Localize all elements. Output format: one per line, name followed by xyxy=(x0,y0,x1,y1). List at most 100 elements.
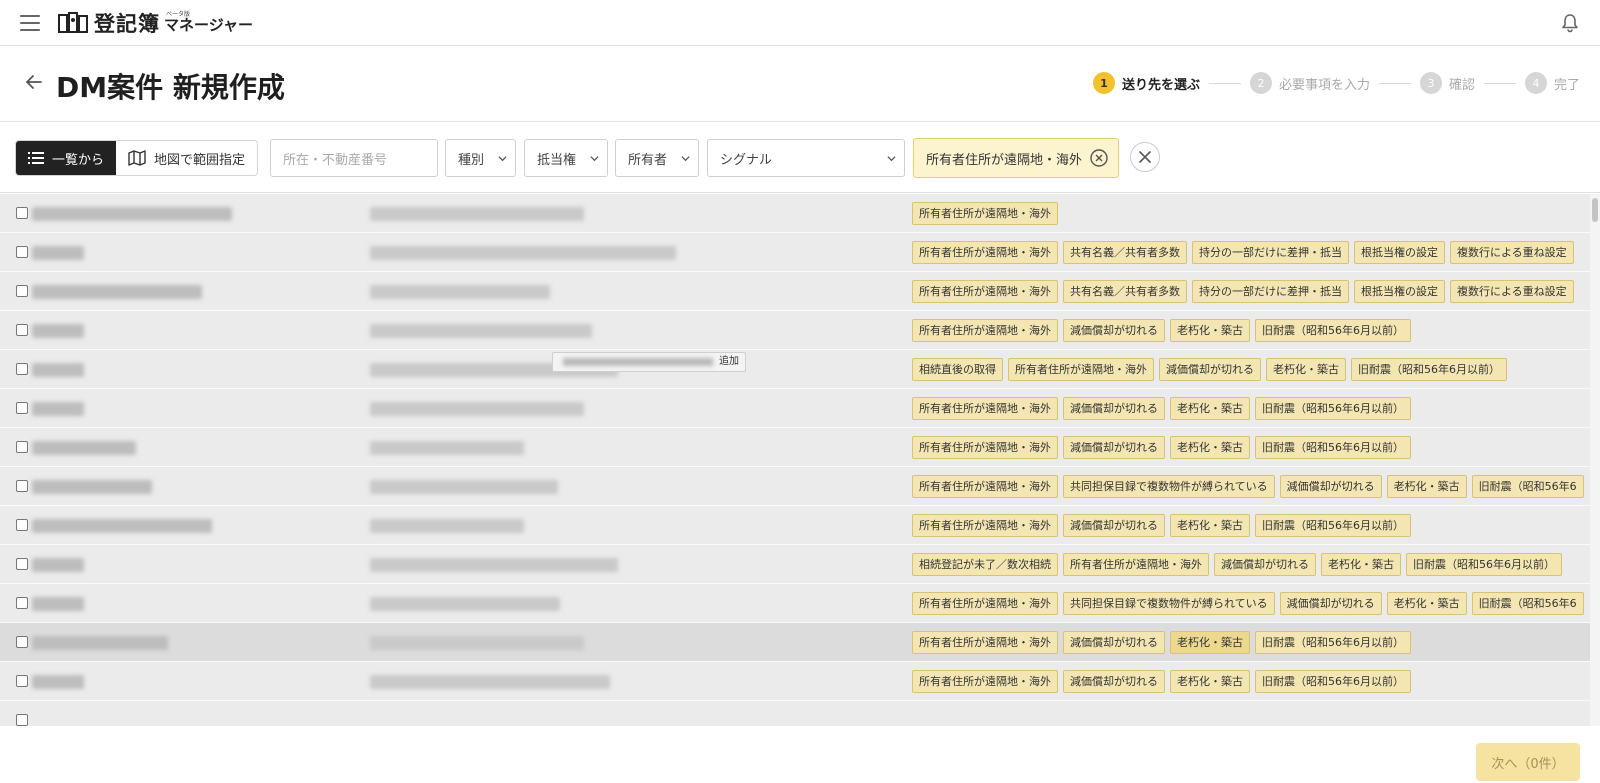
table-row[interactable]: 所有者住所が遠隔地・海外 共有名義／共有者多数 持分の一部だけに差押・抵当 根抵当権の… xyxy=(0,272,1590,311)
redacted-address xyxy=(32,480,152,494)
row-checkbox[interactable] xyxy=(16,519,28,531)
search-input[interactable]: 所在・不動産番号 xyxy=(270,139,438,177)
table-row[interactable]: 所有者住所が遠隔地・海外 減価償却が切れる 老朽化・築古 旧耐震（昭和56年6月以前） xyxy=(0,428,1590,467)
row-checkbox[interactable] xyxy=(16,324,28,336)
signal-tag: 所有者住所が遠隔地・海外 xyxy=(1008,358,1154,381)
menu-icon[interactable] xyxy=(20,14,40,31)
add-tooltip: 追加 xyxy=(552,352,746,372)
row-checkbox[interactable] xyxy=(16,285,28,297)
chevron-down-icon xyxy=(590,156,599,162)
table-row[interactable]: 所有者住所が遠隔地・海外 共同担保目録で複数物件が縛られている 減価償却が切れる 老朽… xyxy=(0,584,1590,623)
chevron-down-icon xyxy=(498,156,507,162)
app-bar: 登記簿 ベータ版 マネージャー xyxy=(0,0,1600,46)
type-select[interactable]: 種別 xyxy=(445,139,516,177)
signal-tag: 老朽化・築古 xyxy=(1386,592,1467,615)
bell-icon[interactable] xyxy=(1560,13,1580,33)
redacted-address xyxy=(32,675,84,689)
table-row[interactable]: 所有者住所が遠隔地・海外 減価償却が切れる 老朽化・築古 旧耐震（昭和56年6月以前） xyxy=(0,506,1590,545)
row-checkbox[interactable] xyxy=(16,597,28,609)
signal-tag: 減価償却が切れる xyxy=(1063,436,1165,459)
signal-tag: 旧耐震（昭和56年6月以前） xyxy=(1255,670,1411,693)
mortgage-select[interactable]: 抵当権 xyxy=(524,139,608,177)
signal-tag: 共有名義／共有者多数 xyxy=(1063,241,1187,264)
signal-select-label: シグナル xyxy=(720,152,773,168)
signal-tag: 持分の一部だけに差押・抵当 xyxy=(1192,241,1349,264)
signal-tag: 複数行による重ね設定 xyxy=(1450,280,1574,303)
signal-tags: 所有者住所が遠隔地・海外 減価償却が切れる 老朽化・築古 旧耐震（昭和56年6月以前） xyxy=(912,319,1416,342)
row-checkbox[interactable] xyxy=(16,207,28,219)
filter-bar: 一覧から 地図で範囲指定 所在・不動産番号 種別 抵当権 所有者 シグナル 所有… xyxy=(0,123,1600,193)
signal-tag: 旧耐震（昭和56年6月以前） xyxy=(1255,397,1411,420)
redacted-owner xyxy=(370,285,550,299)
signal-tags: 相続直後の取得 所有者住所が遠隔地・海外 減価償却が切れる 老朽化・築古 旧耐震（昭和5… xyxy=(912,358,1512,381)
table-row[interactable]: 所有者住所が遠隔地・海外 共同担保目録で複数物件が縛られている 減価償却が切れる 老朽… xyxy=(0,467,1590,506)
row-checkbox[interactable] xyxy=(16,675,28,687)
signal-tags: 相続登記が未了／数次相続 所有者住所が遠隔地・海外 減価償却が切れる 老朽化・築古 旧耐… xyxy=(912,553,1567,576)
signal-tag: 所有者住所が遠隔地・海外 xyxy=(912,475,1058,498)
table-row[interactable]: 相続登記が未了／数次相続 所有者住所が遠隔地・海外 減価償却が切れる 老朽化・築古 旧耐… xyxy=(0,545,1590,584)
table-row[interactable] xyxy=(0,701,1590,726)
signal-tag: 老朽化・築古 xyxy=(1321,553,1401,576)
signal-tag: 老朽化・築古 xyxy=(1170,436,1250,459)
signal-tag: 旧耐震（昭和56年6月以前） xyxy=(1255,631,1411,654)
signal-tag: 旧耐震（昭和56年6 xyxy=(1471,475,1584,498)
row-checkbox[interactable] xyxy=(16,480,28,492)
row-checkbox[interactable] xyxy=(16,558,28,570)
tooltip-suffix: 追加 xyxy=(719,356,739,367)
redacted-owner xyxy=(370,636,584,650)
signal-tag: 減価償却が切れる xyxy=(1279,592,1382,615)
app-logo[interactable]: 登記簿 ベータ版 マネージャー xyxy=(58,8,253,38)
table-row[interactable]: 所有者住所が遠隔地・海外 減価償却が切れる 老朽化・築古 旧耐震（昭和56年6月以前） xyxy=(0,311,1590,350)
back-arrow-icon[interactable] xyxy=(24,72,44,92)
map-icon xyxy=(128,150,146,166)
owner-select[interactable]: 所有者 xyxy=(615,139,699,177)
remove-chip-icon[interactable] xyxy=(1090,149,1108,167)
table-row[interactable]: 所有者住所が遠隔地・海外 共有名義／共有者多数 持分の一部だけに差押・抵当 根抵当権の… xyxy=(0,233,1590,272)
table-row[interactable]: 所有者住所が遠隔地・海外 xyxy=(0,194,1590,233)
table-row[interactable]: 相続直後の取得 所有者住所が遠隔地・海外 減価償却が切れる 老朽化・築古 旧耐震（昭和5… xyxy=(0,350,1590,389)
redacted-owner xyxy=(370,324,592,338)
signal-tag: 相続登記が未了／数次相続 xyxy=(912,553,1058,576)
row-checkbox[interactable] xyxy=(16,441,28,453)
signal-select[interactable]: シグナル xyxy=(707,139,905,177)
signal-tags: 所有者住所が遠隔地・海外 減価償却が切れる 老朽化・築古 旧耐震（昭和56年6月以前） xyxy=(912,631,1416,654)
row-checkbox[interactable] xyxy=(16,246,28,258)
table-row[interactable]: 所有者住所が遠隔地・海外 減価償却が切れる 老朽化・築古 旧耐震（昭和56年6月以前） xyxy=(0,623,1590,662)
table-row[interactable]: 所有者住所が遠隔地・海外 減価償却が切れる 老朽化・築古 旧耐震（昭和56年6月以前） xyxy=(0,662,1590,701)
step-label: 送り先を選ぶ xyxy=(1121,77,1200,93)
list-view-button[interactable]: 一覧から xyxy=(16,141,117,175)
table-row[interactable]: 所有者住所が遠隔地・海外 減価償却が切れる 老朽化・築古 旧耐震（昭和56年6月以前） xyxy=(0,389,1590,428)
redacted-owner xyxy=(370,246,676,260)
map-view-button[interactable]: 地図で範囲指定 xyxy=(116,141,258,175)
signal-tag: 減価償却が切れる xyxy=(1159,358,1261,381)
next-button[interactable]: 次へ（0件） xyxy=(1476,743,1580,781)
footer: 次へ（0件） xyxy=(0,726,1600,783)
row-checkbox[interactable] xyxy=(16,636,28,648)
signal-tag: 所有者住所が遠隔地・海外 xyxy=(912,670,1058,693)
step-label: 完了 xyxy=(1553,77,1580,93)
close-icon xyxy=(1139,151,1151,163)
signal-tags: 所有者住所が遠隔地・海外 減価償却が切れる 老朽化・築古 旧耐震（昭和56年6月以前） xyxy=(912,514,1416,537)
signal-tag: 減価償却が切れる xyxy=(1063,514,1165,537)
signal-tags: 所有者住所が遠隔地・海外 共同担保目録で複数物件が縛られている 減価償却が切れる 老朽… xyxy=(912,475,1589,498)
row-checkbox[interactable] xyxy=(16,363,28,375)
signal-tags: 所有者住所が遠隔地・海外 共同担保目録で複数物件が縛られている 減価償却が切れる 老朽… xyxy=(912,592,1589,615)
scrollbar-thumb[interactable] xyxy=(1592,198,1598,222)
redacted-owner xyxy=(370,402,584,416)
signal-tag: 旧耐震（昭和56年6月以前） xyxy=(1255,319,1411,342)
step-number: 1 xyxy=(1092,72,1115,94)
clear-filters-button[interactable] xyxy=(1130,142,1160,172)
redacted-address xyxy=(32,207,232,221)
signal-tag: 旧耐震（昭和56年6 xyxy=(1471,592,1584,615)
signal-tag: 老朽化・築古 xyxy=(1170,514,1250,537)
row-checkbox[interactable] xyxy=(16,714,28,726)
signal-tag: 減価償却が切れる xyxy=(1063,670,1165,693)
row-checkbox[interactable] xyxy=(16,402,28,414)
scrollbar-track[interactable] xyxy=(1590,194,1600,726)
step-4: 4 完了 xyxy=(1524,72,1580,94)
redacted-owner xyxy=(370,558,618,572)
redacted-address xyxy=(32,246,84,260)
signal-tag: 複数行による重ね設定 xyxy=(1450,241,1574,264)
redacted-address xyxy=(32,285,202,299)
logo-sub-text: マネージャー xyxy=(164,16,253,34)
